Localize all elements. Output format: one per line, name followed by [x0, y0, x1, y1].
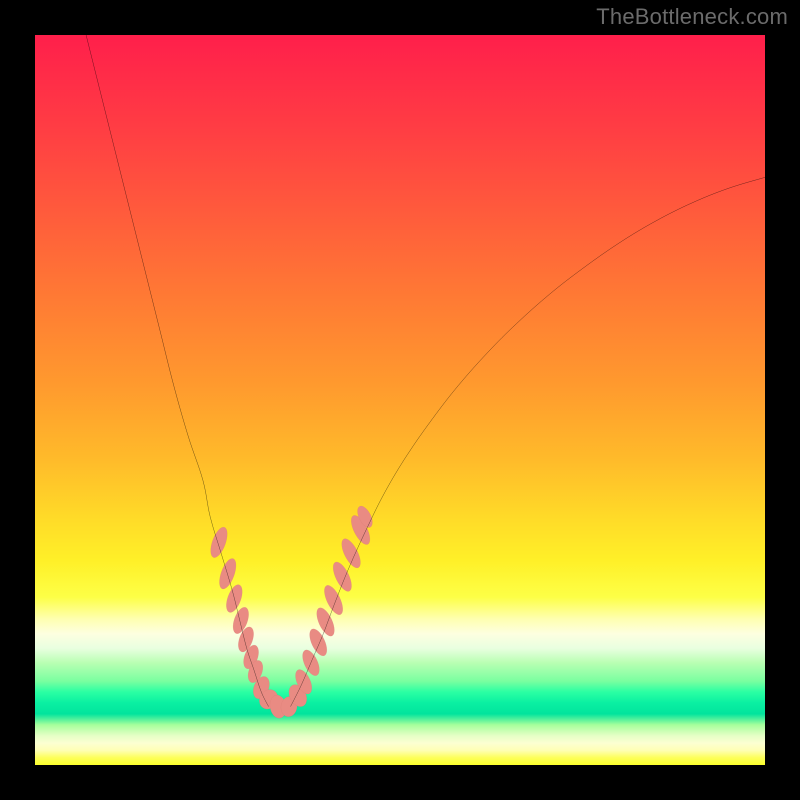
- markers-group: [207, 504, 375, 720]
- curve-svg: [35, 35, 765, 765]
- stage: TheBottleneck.com: [0, 0, 800, 800]
- bottleneck-curve-right: [291, 177, 766, 706]
- watermark-text: TheBottleneck.com: [596, 4, 788, 30]
- plot-area: [35, 35, 765, 765]
- data-marker: [207, 525, 230, 560]
- bottleneck-curve-left: [86, 35, 269, 707]
